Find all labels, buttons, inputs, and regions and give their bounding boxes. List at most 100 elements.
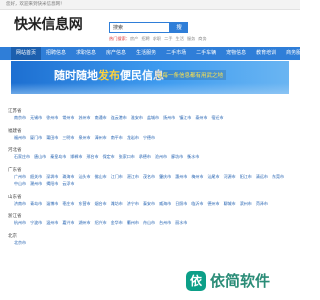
search-button[interactable]: 搜索 [170,22,188,42]
city-link[interactable]: 泰州市 [195,115,207,120]
city-link[interactable]: 承德市 [139,154,151,159]
city-link[interactable]: 临沂市 [191,201,203,206]
hot-search-item[interactable]: 生活 [176,36,184,41]
city-link[interactable]: 日照市 [175,201,187,206]
city-link[interactable]: 厦门市 [30,135,42,140]
city-link[interactable]: 茂名市 [143,174,155,179]
city-link[interactable]: 保定市 [103,154,115,159]
city-link[interactable]: 阳江市 [240,174,252,179]
city-link[interactable]: 邢台市 [87,154,99,159]
site-logo[interactable]: 快米信息网 [14,14,83,34]
city-link[interactable]: 唐山市 [34,154,46,159]
city-link[interactable]: 宁德市 [143,135,155,140]
city-link[interactable]: 威海市 [159,201,171,206]
city-link[interactable]: 莆田市 [46,135,58,140]
city-link[interactable]: 菏泽市 [256,201,268,206]
city-link[interactable]: 镇江市 [179,115,191,120]
city-link[interactable]: 泉州市 [79,135,91,140]
city-link[interactable]: 盐城市 [147,115,159,120]
city-link[interactable]: 广州市 [14,174,26,179]
city-link[interactable]: 石家庄市 [14,154,30,159]
city-link[interactable]: 潮州市 [30,181,42,186]
city-link[interactable]: 衡水市 [187,154,199,159]
nav-item[interactable]: 生活服务 [131,47,161,60]
city-link[interactable]: 德州市 [208,201,220,206]
city-link[interactable]: 淄博市 [46,201,58,206]
city-link[interactable]: 梅州市 [191,174,203,179]
city-link[interactable]: 衢州市 [127,220,139,225]
province-name[interactable]: 浙江省 [8,212,294,219]
province-name[interactable]: 江苏省 [8,107,294,114]
province-name[interactable]: 山东省 [8,193,294,200]
city-link[interactable]: 江门市 [111,174,123,179]
hot-search-item[interactable]: 服务 [187,36,195,41]
city-link[interactable]: 泰安市 [143,201,155,206]
city-link[interactable]: 南通市 [95,115,107,120]
city-link[interactable]: 秦皇岛市 [50,154,66,159]
city-link[interactable]: 南京市 [14,115,26,120]
city-link[interactable]: 中山市 [14,181,26,186]
province-name[interactable]: 河北省 [8,146,294,153]
city-link[interactable]: 宿迁市 [212,115,224,120]
city-link[interactable]: 龙岩市 [127,135,139,140]
city-link[interactable]: 清远市 [256,174,268,179]
city-link[interactable]: 东莞市 [272,174,284,179]
city-link[interactable]: 枣庄市 [62,201,74,206]
nav-item[interactable]: 商务服务 [281,47,311,60]
city-link[interactable]: 丽水市 [175,220,187,225]
city-link[interactable]: 廊坊市 [171,154,183,159]
province-name[interactable]: 福建省 [8,127,294,134]
city-link[interactable]: 北京市 [14,240,26,245]
city-link[interactable]: 沧州市 [155,154,167,159]
city-link[interactable]: 金华市 [111,220,123,225]
city-link[interactable]: 湛江市 [127,174,139,179]
hot-search-item[interactable]: 二手 [164,36,172,41]
city-link[interactable]: 无锡市 [30,115,42,120]
nav-item[interactable]: 二手车辆 [191,47,221,60]
city-link[interactable]: 常州市 [62,115,74,120]
hot-search-item[interactable]: 商务 [198,36,206,41]
search-input[interactable] [109,22,170,33]
city-link[interactable]: 福州市 [14,135,26,140]
province-name[interactable]: 广东省 [8,166,294,173]
nav-item[interactable]: 教育培训 [251,47,281,60]
city-link[interactable]: 徐州市 [46,115,58,120]
city-link[interactable]: 云浮市 [62,181,74,186]
city-link[interactable]: 佛山市 [95,174,107,179]
city-link[interactable]: 宁波市 [30,220,42,225]
city-link[interactable]: 汕尾市 [208,174,220,179]
nav-item[interactable]: 网站首页 [11,47,42,60]
city-link[interactable]: 台州市 [159,220,171,225]
city-link[interactable]: 珠海市 [62,174,74,179]
city-link[interactable]: 绍兴市 [95,220,107,225]
city-link[interactable]: 扬州市 [163,115,175,120]
city-link[interactable]: 漳州市 [95,135,107,140]
city-link[interactable]: 张家口市 [119,154,135,159]
city-link[interactable]: 滨州市 [240,201,252,206]
nav-item[interactable]: 宠物信息 [221,47,251,60]
city-link[interactable]: 韶关市 [30,174,42,179]
nav-item[interactable]: 二手市场 [161,47,191,60]
city-link[interactable]: 深圳市 [46,174,58,179]
banner[interactable]: 随时随地发布便民信息 让每一条信息都有用武之地 [11,61,289,94]
nav-item[interactable]: 求职信息 [71,47,101,60]
city-link[interactable]: 济宁市 [127,201,139,206]
city-link[interactable]: 烟台市 [95,201,107,206]
city-link[interactable]: 惠州市 [175,174,187,179]
city-link[interactable]: 淮安市 [131,115,143,120]
city-link[interactable]: 青岛市 [30,201,42,206]
city-link[interactable]: 舟山市 [143,220,155,225]
city-link[interactable]: 连云港市 [111,115,127,120]
city-link[interactable]: 肇庆市 [159,174,171,179]
city-link[interactable]: 苏州市 [79,115,91,120]
city-link[interactable]: 邯郸市 [70,154,82,159]
city-link[interactable]: 河源市 [224,174,236,179]
hot-search-item[interactable]: 求职 [153,36,161,41]
city-link[interactable]: 济南市 [14,201,26,206]
city-link[interactable]: 湖州市 [79,220,91,225]
hot-search-item[interactable]: 招聘 [141,36,149,41]
hot-search-item[interactable]: 房产 [130,36,138,41]
city-link[interactable]: 汕头市 [79,174,91,179]
city-link[interactable]: 嘉兴市 [62,220,74,225]
city-link[interactable]: 温州市 [46,220,58,225]
